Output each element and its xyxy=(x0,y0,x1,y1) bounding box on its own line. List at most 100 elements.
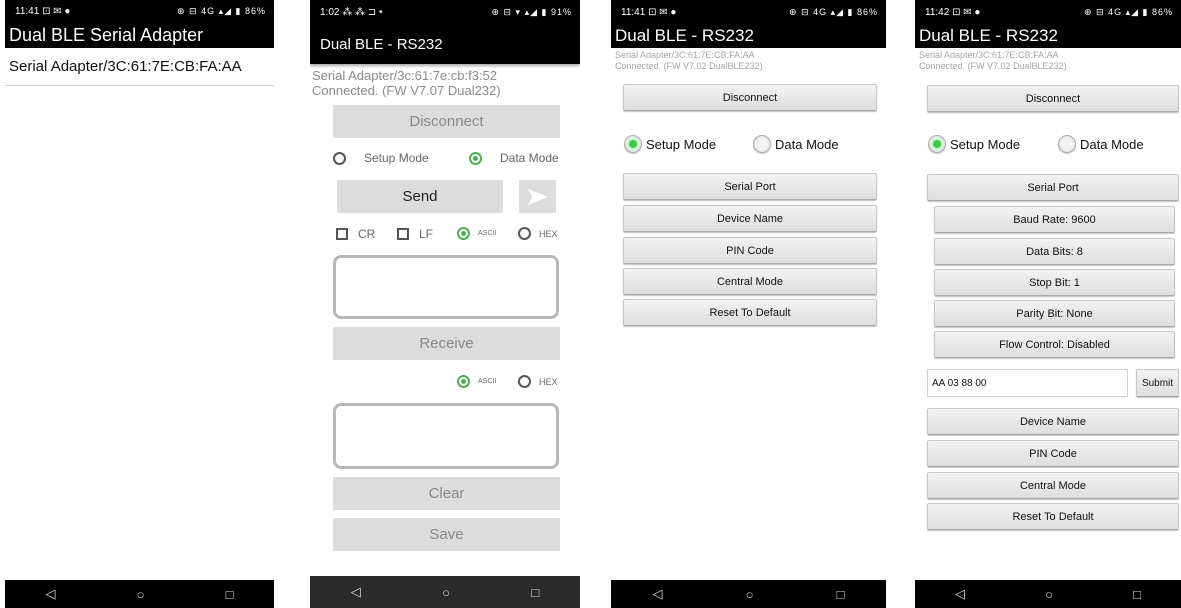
status-system-icons: ⊕ ⊟ 4G ▴◢ ▮ xyxy=(1083,6,1149,17)
screen-data-mode: 1:02 ⁂ ⁂ ⊐ • ⊕ ⊟ ▾ ▴◢ ▮ 91% Dual BLE - R… xyxy=(310,0,580,608)
central-mode-button[interactable]: Central Mode xyxy=(927,472,1179,499)
data-mode-radio[interactable]: Data Mode xyxy=(1058,135,1144,153)
send-arrow-button[interactable] xyxy=(519,180,556,213)
app-title: Dual BLE - RS232 xyxy=(915,24,1181,48)
app-title: Dual BLE Serial Adapter xyxy=(5,22,274,48)
home-icon[interactable]: ○ xyxy=(746,587,754,602)
status-system-icons: ⊕ ⊟ ▾ ▴◢ ▮ xyxy=(491,6,548,17)
setup-mode-radio[interactable]: Setup Mode xyxy=(928,135,1020,153)
flow-control-button[interactable]: Flow Control: Disabled xyxy=(934,331,1175,358)
setup-mode-label: Setup Mode xyxy=(364,151,429,165)
battery-level: 91% xyxy=(550,6,572,17)
status-bar: 11:41 ⊡ ✉ ● ⊕ ⊟ 4G ▴◢ ▮ 86% xyxy=(611,0,886,24)
disconnect-button[interactable]: Disconnect xyxy=(333,105,560,138)
back-icon[interactable]: ◁ xyxy=(46,586,56,602)
setup-mode-label: Setup Mode xyxy=(950,136,1021,152)
radio-circle-selected xyxy=(469,151,482,165)
reset-to-default-button[interactable]: Reset To Default xyxy=(927,503,1179,530)
status-notification-icons: ⊡ ✉ ● xyxy=(952,6,981,18)
radio-circle xyxy=(1058,135,1076,153)
screen-serial-port-settings: 11:42 ⊡ ✉ ● ⊕ ⊟ 4G ▴◢ ▮ 86% Dual BLE - R… xyxy=(915,0,1181,608)
status-time: 1:02 xyxy=(320,6,340,18)
status-bar: 1:02 ⁂ ⁂ ⊐ • ⊕ ⊟ ▾ ▴◢ ▮ 91% xyxy=(310,0,580,24)
status-notification-icons: ⁂ ⁂ ⊐ • xyxy=(342,6,383,18)
device-address: Serial Adapter/3C:61:7E:CB:FA:AA xyxy=(919,50,1059,60)
cr-label: CR xyxy=(358,227,376,241)
home-icon[interactable]: ○ xyxy=(442,585,450,600)
setup-mode-radio[interactable]: Setup Mode xyxy=(333,151,429,165)
hex-label: HEX xyxy=(539,376,558,387)
baud-rate-button[interactable]: Baud Rate: 9600 xyxy=(934,206,1175,233)
send-hex-radio[interactable]: HEX xyxy=(518,227,558,240)
radio-circle xyxy=(333,151,346,165)
status-notification-icons: ⊡ ✉ ● xyxy=(42,5,71,17)
parity-bit-button[interactable]: Parity Bit: None xyxy=(934,300,1175,327)
device-list-item[interactable]: Serial Adapter/3C:61:7E:CB:FA:AA xyxy=(5,48,274,86)
status-bar: 11:41 ⊡ ✉ ● ⊕ ⊟ 4G ▴◢ ▮ 86% xyxy=(5,0,274,22)
receive-button[interactable]: Receive xyxy=(333,327,560,360)
central-mode-button[interactable]: Central Mode xyxy=(623,268,877,295)
send-text-area[interactable] xyxy=(333,255,559,319)
send-button[interactable]: Send xyxy=(337,180,503,213)
data-mode-label: Data Mode xyxy=(1080,136,1144,152)
radio-circle-selected xyxy=(928,135,946,153)
app-title: Dual BLE - RS232 xyxy=(611,24,886,48)
reset-to-default-button[interactable]: Reset To Default xyxy=(623,299,877,326)
device-address: Serial Adapter/3c:61:7e:cb:f3:52 xyxy=(312,68,498,83)
home-icon[interactable]: ○ xyxy=(137,587,145,602)
connection-info: Serial Adapter/3C:61:7E:CB:FA:AA Connect… xyxy=(915,48,1181,72)
submit-button[interactable]: Submit xyxy=(1136,369,1179,397)
cr-checkbox[interactable]: CR xyxy=(336,227,375,241)
save-button[interactable]: Save xyxy=(333,518,560,551)
connection-status: Connected. (FW V7.02 DualBLE232) xyxy=(919,61,1067,71)
status-time: 11:41 xyxy=(15,5,40,17)
send-ascii-radio[interactable]: ASCII xyxy=(457,227,496,240)
disconnect-button[interactable]: Disconnect xyxy=(927,85,1179,112)
app-title: Dual BLE - RS232 xyxy=(310,24,580,64)
back-icon[interactable]: ◁ xyxy=(653,586,663,602)
status-time: 11:41 xyxy=(621,6,646,18)
battery-level: 86% xyxy=(1151,6,1173,17)
pin-code-button[interactable]: PIN Code xyxy=(623,237,877,264)
command-input[interactable]: AA 03 88 00 xyxy=(927,369,1128,397)
pin-code-button[interactable]: PIN Code xyxy=(927,440,1179,467)
recent-apps-icon[interactable]: □ xyxy=(226,587,234,602)
data-bits-button[interactable]: Data Bits: 8 xyxy=(934,238,1175,265)
receive-hex-radio[interactable]: HEX xyxy=(518,375,558,388)
lf-checkbox[interactable]: LF xyxy=(397,227,433,241)
serial-port-button[interactable]: Serial Port xyxy=(927,174,1179,201)
radio-circle xyxy=(518,227,531,240)
back-icon[interactable]: ◁ xyxy=(351,584,361,600)
checkbox-box xyxy=(336,228,348,240)
lf-label: LF xyxy=(419,227,434,241)
radio-circle xyxy=(753,135,771,153)
serial-port-button[interactable]: Serial Port xyxy=(623,173,877,200)
screen-setup-mode: 11:41 ⊡ ✉ ● ⊕ ⊟ 4G ▴◢ ▮ 86% Dual BLE - R… xyxy=(611,0,886,608)
setup-mode-radio[interactable]: Setup Mode xyxy=(624,135,716,153)
clear-button[interactable]: Clear xyxy=(333,477,560,510)
connection-status: Connected. (FW V7.07 Dual232) xyxy=(312,83,501,98)
device-name-button[interactable]: Device Name xyxy=(927,408,1179,435)
stop-bit-button[interactable]: Stop Bit: 1 xyxy=(934,269,1175,296)
nav-bar: ◁ ○ □ xyxy=(611,580,886,608)
back-icon[interactable]: ◁ xyxy=(955,586,965,602)
connection-info: Serial Adapter/3C:61:7E:CB:FA:AA Connect… xyxy=(611,48,886,72)
recent-apps-icon[interactable]: □ xyxy=(531,585,539,600)
home-icon[interactable]: ○ xyxy=(1045,587,1053,602)
receive-ascii-radio[interactable]: ASCII xyxy=(457,375,496,388)
device-name-button[interactable]: Device Name xyxy=(623,205,877,232)
disconnect-button[interactable]: Disconnect xyxy=(623,84,877,111)
nav-bar: ◁ ○ □ xyxy=(5,580,274,608)
data-mode-radio[interactable]: Data Mode xyxy=(753,135,839,153)
receive-text-area[interactable] xyxy=(333,403,559,469)
connection-info: Serial Adapter/3c:61:7e:cb:f3:52 Connect… xyxy=(310,64,580,98)
recent-apps-icon[interactable]: □ xyxy=(837,587,845,602)
radio-circle-selected xyxy=(457,227,470,240)
nav-bar: ◁ ○ □ xyxy=(915,580,1181,608)
data-mode-radio[interactable]: Data Mode xyxy=(469,151,559,165)
checkbox-box xyxy=(397,228,409,240)
data-mode-label: Data Mode xyxy=(775,136,839,152)
recent-apps-icon[interactable]: □ xyxy=(1133,587,1141,602)
status-system-icons: ⊕ ⊟ 4G ▴◢ ▮ xyxy=(788,6,854,17)
status-bar: 11:42 ⊡ ✉ ● ⊕ ⊟ 4G ▴◢ ▮ 86% xyxy=(915,0,1181,24)
